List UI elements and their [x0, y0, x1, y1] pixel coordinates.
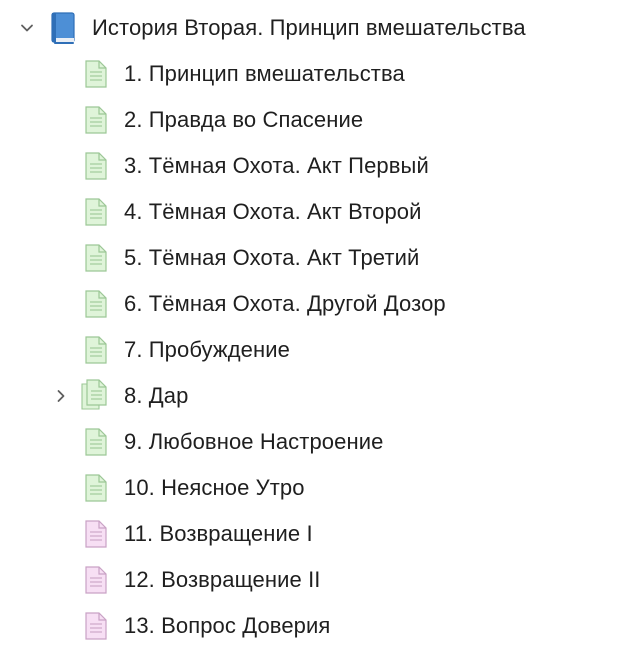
tree-row-label: 2. Правда во Спасение: [124, 107, 364, 132]
tree-row-label: 11. Возвращение I: [124, 521, 313, 546]
document-green-icon: [82, 151, 112, 181]
tree-row-label: 6. Тёмная Охота. Другой Дозор: [124, 291, 446, 316]
tree-row[interactable]: 10. Неясное Утро: [0, 465, 638, 511]
tree-row-label: 13. Вопрос Доверия: [124, 613, 331, 638]
tree-row[interactable]: 5. Тёмная Охота. Акт Третий: [0, 235, 638, 281]
document-pink-icon: [82, 611, 112, 641]
tree-row[interactable]: 6. Тёмная Охота. Другой Дозор: [0, 281, 638, 327]
tree-row[interactable]: 11. Возвращение I: [0, 511, 638, 557]
tree-row[interactable]: 2. Правда во Спасение: [0, 97, 638, 143]
tree-row[interactable]: 3. Тёмная Охота. Акт Первый: [0, 143, 638, 189]
tree-row[interactable]: 12. Возвращение II: [0, 557, 638, 603]
tree-row[interactable]: 8. Дар: [0, 373, 638, 419]
document-green-icon: [82, 289, 112, 319]
chevron-right-icon[interactable]: [52, 387, 70, 405]
root-title: История Вторая. Принцип вмешательства: [92, 15, 526, 40]
tree-row[interactable]: 4. Тёмная Охота. Акт Второй: [0, 189, 638, 235]
tree-row-label: 9. Любовное Настроение: [124, 429, 384, 454]
tree-row-label: 5. Тёмная Охота. Акт Третий: [124, 245, 420, 270]
document-green-icon: [82, 105, 112, 135]
tree-row-label: 10. Неясное Утро: [124, 475, 305, 500]
tree-row[interactable]: 7. Пробуждение: [0, 327, 638, 373]
document-green-icon: [82, 197, 112, 227]
document-green-icon: [82, 427, 112, 457]
document-green-icon: [82, 335, 112, 365]
tree-row-label: 8. Дар: [124, 383, 189, 408]
document-green-icon: [82, 243, 112, 273]
tree-row[interactable]: 9. Любовное Настроение: [0, 419, 638, 465]
chevron-down-icon[interactable]: [18, 19, 36, 37]
document-green-icon: [82, 473, 112, 503]
tree-row-label: 3. Тёмная Охота. Акт Первый: [124, 153, 429, 178]
tree-row-label: 12. Возвращение II: [124, 567, 321, 592]
tree-row-label: 7. Пробуждение: [124, 337, 290, 362]
tree-row[interactable]: 13. Вопрос Доверия: [0, 603, 638, 649]
tree-row-root[interactable]: История Вторая. Принцип вмешательства: [0, 5, 638, 51]
tree-row[interactable]: 1. Принцип вмешательства: [0, 51, 638, 97]
tree-row-label: 1. Принцип вмешательства: [124, 61, 405, 86]
document-pink-icon: [82, 565, 112, 595]
binder-tree: История Вторая. Принцип вмешательства 1.…: [0, 0, 638, 656]
book-icon: [49, 11, 77, 45]
tree-row-label: 4. Тёмная Охота. Акт Второй: [124, 199, 422, 224]
document-pink-icon: [82, 519, 112, 549]
document-green-icon: [82, 59, 112, 89]
documents-stack-green-icon: [80, 379, 110, 410]
